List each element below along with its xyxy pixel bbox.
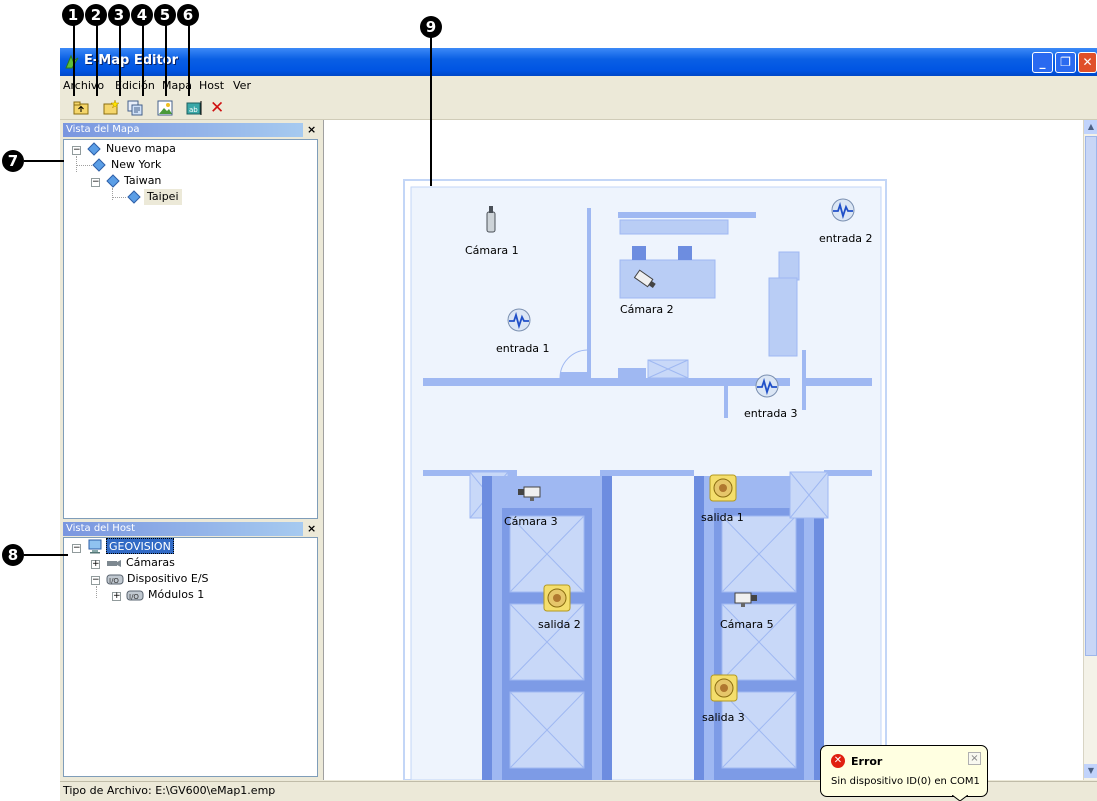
map-icon bbox=[127, 190, 141, 204]
callout-line bbox=[142, 24, 144, 96]
delete-icon[interactable]: ✕ bbox=[210, 99, 228, 117]
copy-map-icon[interactable] bbox=[126, 99, 144, 117]
map-icon bbox=[87, 142, 101, 156]
map-view-pane-header: Vista del Mapa bbox=[63, 123, 303, 137]
tree-node-geovision[interactable]: GEOVISION bbox=[106, 538, 174, 554]
close-button[interactable]: ✕ bbox=[1078, 52, 1097, 73]
sensor-icon[interactable] bbox=[752, 372, 782, 400]
sensor-icon[interactable] bbox=[828, 196, 858, 224]
label-icon[interactable]: ab bbox=[186, 99, 204, 117]
map-label-entrada-3: entrada 3 bbox=[744, 407, 798, 420]
camera-icon[interactable] bbox=[731, 590, 759, 608]
callout-4: 4 bbox=[131, 4, 153, 26]
map-label-camara-2: Cámara 2 bbox=[620, 303, 674, 316]
sensor-icon[interactable] bbox=[504, 306, 534, 334]
host-tree: − GEOVISION + Cámaras − I/O Dispositivo … bbox=[63, 537, 318, 777]
callout-3: 3 bbox=[108, 4, 130, 26]
map-label-salida-1: salida 1 bbox=[701, 511, 744, 524]
restore-button[interactable]: ❐ bbox=[1055, 52, 1076, 73]
menu-ver[interactable]: Ver bbox=[233, 79, 251, 92]
map-label-entrada-2: entrada 2 bbox=[819, 232, 873, 245]
camera-icon bbox=[107, 560, 121, 567]
menu-bar: Archivo Edición Mapa Host Ver bbox=[60, 76, 1097, 96]
tree-node-dispositivo-es[interactable]: Dispositivo E/S bbox=[127, 571, 209, 587]
callout-9: 9 bbox=[420, 16, 442, 38]
map-label-camara-1: Cámara 1 bbox=[465, 244, 519, 257]
map-label-salida-2: salida 2 bbox=[538, 618, 581, 631]
map-image-icon[interactable] bbox=[156, 99, 174, 117]
dome-camera-icon[interactable] bbox=[484, 206, 498, 234]
svg-text:ab: ab bbox=[189, 106, 198, 114]
callout-8: 8 bbox=[2, 544, 24, 566]
window-title: E-Map Editor bbox=[84, 53, 179, 68]
tree-node-nuevo-mapa[interactable]: Nuevo mapa bbox=[106, 141, 176, 157]
tree-node-taiwan[interactable]: Taiwan bbox=[124, 173, 161, 189]
up-folder-icon[interactable] bbox=[72, 99, 90, 117]
callout-line bbox=[430, 36, 432, 186]
expand-icon[interactable]: + bbox=[112, 592, 121, 601]
map-label-entrada-1: entrada 1 bbox=[496, 342, 550, 355]
map-view-pane-close[interactable]: × bbox=[307, 123, 316, 136]
app-icon bbox=[65, 54, 79, 69]
callout-line bbox=[165, 24, 167, 96]
speaker-icon[interactable] bbox=[709, 474, 737, 502]
toolbar: ab ✕ bbox=[60, 96, 1097, 120]
error-message: Sin dispositivo ID(0) en COM1 bbox=[831, 776, 980, 787]
scroll-up-icon[interactable]: ▲ bbox=[1084, 120, 1097, 134]
svg-text:I/O: I/O bbox=[109, 577, 119, 585]
callout-line bbox=[73, 24, 75, 96]
callout-7: 7 bbox=[2, 150, 24, 172]
callout-1: 1 bbox=[62, 4, 84, 26]
io-device-icon: I/O bbox=[106, 574, 124, 585]
server-icon bbox=[88, 539, 102, 554]
new-map-icon[interactable] bbox=[102, 99, 120, 117]
menu-host[interactable]: Host bbox=[199, 79, 224, 92]
host-view-pane-close[interactable]: × bbox=[307, 522, 316, 535]
speaker-icon[interactable] bbox=[543, 584, 571, 612]
map-canvas[interactable]: Cámara 1 Cámara 2 entrada 2 entrada 1 en… bbox=[323, 120, 1083, 780]
svg-text:I/O: I/O bbox=[129, 593, 139, 601]
map-tree: − Nuevo mapa New York − Taiwan Taipei bbox=[63, 139, 318, 519]
minimize-button[interactable]: _ bbox=[1032, 52, 1053, 73]
callout-line bbox=[24, 160, 64, 162]
tree-node-modulos-1[interactable]: Módulos 1 bbox=[148, 587, 204, 603]
tree-node-camaras[interactable]: Cámaras bbox=[126, 555, 175, 571]
tree-node-taipei[interactable]: Taipei bbox=[144, 189, 182, 205]
floor-plan bbox=[403, 179, 887, 780]
camera-icon[interactable] bbox=[516, 484, 544, 502]
callout-line bbox=[24, 554, 68, 556]
scroll-down-icon[interactable]: ▼ bbox=[1084, 764, 1097, 778]
callout-6: 6 bbox=[177, 4, 199, 26]
collapse-icon[interactable]: − bbox=[91, 576, 100, 585]
map-label-camara-3: Cámara 3 bbox=[504, 515, 558, 528]
error-icon: ✕ bbox=[831, 754, 845, 768]
error-title: Error bbox=[851, 755, 883, 768]
error-close-button[interactable]: × bbox=[968, 752, 981, 765]
callout-5: 5 bbox=[154, 4, 176, 26]
callout-line bbox=[119, 24, 121, 96]
expand-icon[interactable]: + bbox=[91, 560, 100, 569]
host-view-pane-header: Vista del Host bbox=[63, 522, 303, 536]
scroll-thumb[interactable] bbox=[1085, 136, 1097, 656]
camera-icon[interactable] bbox=[632, 268, 658, 292]
map-label-salida-3: salida 3 bbox=[702, 711, 745, 724]
io-module-icon: I/O bbox=[126, 590, 144, 601]
map-icon bbox=[106, 174, 120, 188]
title-bar[interactable]: E-Map Editor _ ❐ ✕ bbox=[60, 48, 1097, 76]
speaker-icon[interactable] bbox=[710, 674, 738, 702]
callout-line bbox=[96, 24, 98, 96]
collapse-icon[interactable]: − bbox=[72, 146, 81, 155]
map-scrollbar[interactable]: ▲ ▼ bbox=[1083, 120, 1097, 780]
callout-line bbox=[188, 24, 190, 96]
error-balloon: ✕ Error × Sin dispositivo ID(0) en COM1 bbox=[820, 745, 988, 797]
balloon-tail bbox=[952, 795, 968, 801]
map-icon bbox=[92, 158, 106, 172]
collapse-icon[interactable]: − bbox=[91, 178, 100, 187]
callout-2: 2 bbox=[85, 4, 107, 26]
tree-node-new-york[interactable]: New York bbox=[111, 157, 161, 173]
collapse-icon[interactable]: − bbox=[72, 544, 81, 553]
map-label-camara-5: Cámara 5 bbox=[720, 618, 774, 631]
